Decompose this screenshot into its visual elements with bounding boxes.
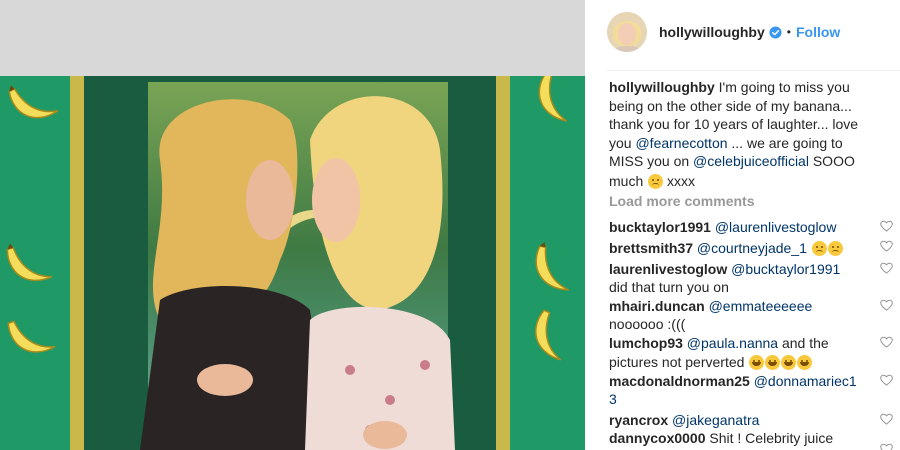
post-sidebar: hollywilloughby • Follow hollywilloughby… [595,0,900,450]
heart-outline-icon[interactable] [880,220,893,232]
heart-outline-icon[interactable] [880,240,893,252]
comment-item: lumchop93 @paula.nanna and the pictures … [609,334,893,372]
laughing-face-emoji [749,355,765,370]
laughing-face-emoji [797,355,813,370]
comments-list: hollywilloughby I'm going to miss you be… [609,78,893,450]
comment-username[interactable]: brettsmith37 [609,240,693,256]
heart-outline-icon[interactable] [880,299,893,311]
comment-item: brettsmith37 @courtneyjade_1 [609,238,893,258]
comment-mention[interactable]: @courtneyjade_1 [697,240,807,256]
banana-decoration [6,243,53,282]
banana-decoration [535,309,562,361]
verified-badge-icon [769,25,782,39]
comment-mention[interactable]: @paula.nanna [687,335,778,351]
caption-mention[interactable]: @celebjuiceofficial [693,153,809,169]
post-caption: hollywilloughby I'm going to miss you be… [609,78,879,190]
heart-outline-icon[interactable] [880,443,893,450]
avatar[interactable] [607,12,647,52]
header-separator: • [786,25,791,39]
comment-item: bucktaylor1991 @laurenlivestoglow [609,218,893,237]
comment-text: did that turn you on [609,279,729,295]
comment-item: macdonaldnorman25 @donnamariec13 [609,372,893,409]
post-photo [0,76,585,450]
caption-username[interactable]: hollywilloughby [609,79,715,95]
comment-item: mhairi.duncan @emmateeeeee noooooo :((( [609,297,893,334]
banana-decoration [8,85,59,119]
comment-username[interactable]: macdonaldnorman25 [609,373,750,389]
comment-mention[interactable]: @laurenlivestoglow [715,219,837,235]
comment-username[interactable]: lumchop93 [609,335,683,351]
post-media[interactable] [0,0,585,450]
comment-mention[interactable]: @jakeganatra [672,412,759,428]
heart-outline-icon[interactable] [880,374,893,386]
caption-mention[interactable]: @fearnecotton [635,135,727,151]
follow-button[interactable]: Follow [796,24,840,40]
comment-item: dannycox0000 Shit ! Celebrity juice [609,429,893,450]
post-username[interactable]: hollywilloughby [659,24,765,40]
comment-username[interactable]: mhairi.duncan [609,298,705,314]
sad-face-emoji [811,241,827,256]
laughing-face-emoji [765,355,781,370]
banana-decoration [7,320,56,353]
header-divider [607,70,900,71]
comment-mention[interactable]: @bucktaylor1991 [731,261,840,277]
comment-username[interactable]: ryancrox [609,412,668,428]
comment-item: ryancrox @jakeganatra [609,411,893,430]
sad-face-emoji [827,241,843,256]
comment-mention[interactable]: @emmateeeeee [709,298,813,314]
comment-item: laurenlivestoglow @bucktaylor1991 did th… [609,260,893,297]
heart-outline-icon[interactable] [880,336,893,348]
comment-username[interactable]: bucktaylor1991 [609,219,711,235]
heart-outline-icon[interactable] [880,262,893,274]
laughing-face-emoji [781,355,797,370]
caption-text: xxxx [663,172,696,189]
comment-username[interactable]: dannycox0000 [609,430,706,446]
heart-outline-icon[interactable] [880,413,893,425]
comment-text: noooooo :((( [609,316,686,332]
comment-text: Shit ! Celebrity juice [705,430,834,446]
people-in-photo [140,96,455,450]
comment-username[interactable]: laurenlivestoglow [609,261,727,277]
banana-decoration [538,76,568,122]
post-header: hollywilloughby • Follow [607,12,900,52]
load-more-comments-button[interactable]: Load more comments [609,192,879,211]
avatar-image [607,12,647,52]
banana-decoration [535,241,569,291]
sad-face-emoji [648,173,664,189]
